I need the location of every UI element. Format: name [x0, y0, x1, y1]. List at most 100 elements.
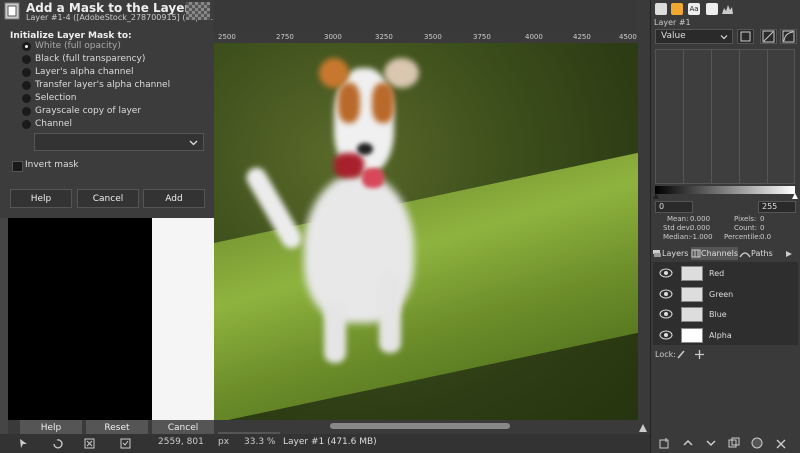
range-low-handle-icon[interactable] — [653, 193, 659, 199]
dog-leg — [324, 303, 346, 363]
tab-menu-icon[interactable] — [784, 249, 794, 259]
chevron-down-icon — [189, 140, 198, 146]
pixels-label: Pixels: — [734, 215, 757, 223]
invert-mask-checkbox[interactable] — [12, 161, 23, 172]
pointer-icon[interactable] — [18, 438, 29, 449]
ruler-tick: 2500 — [218, 33, 236, 41]
channel-to-selection-icon[interactable] — [751, 437, 763, 449]
radio-button[interactable] — [22, 41, 31, 51]
channel-thumbnail — [681, 327, 703, 343]
zoom-selector[interactable]: 33.3 % — [244, 437, 275, 447]
dog-nose — [357, 143, 373, 155]
range-high-input[interactable]: 255 — [758, 201, 796, 213]
option-label: Black (full transparency) — [35, 54, 146, 64]
linear-histogram-button[interactable] — [760, 29, 777, 44]
tab-channels[interactable]: Channels — [691, 247, 738, 260]
option-label: Selection — [35, 93, 77, 103]
eye-icon[interactable] — [659, 309, 673, 319]
dog-ear — [384, 58, 419, 88]
image-canvas[interactable] — [214, 43, 638, 420]
lock-pixels-icon[interactable] — [676, 349, 686, 359]
channel-row-blue[interactable]: Blue — [653, 304, 798, 324]
dog-patch — [372, 83, 394, 123]
channel-row-alpha[interactable]: Alpha — [653, 325, 798, 345]
dog-collar — [334, 153, 364, 178]
close-icon[interactable] — [84, 438, 95, 449]
tab-paths[interactable]: Paths — [739, 247, 777, 260]
option-label: White (full opacity) — [35, 41, 121, 51]
tab-layers[interactable]: Layers — [652, 247, 690, 260]
brush-tab-icon[interactable] — [671, 3, 683, 15]
chevron-down-icon — [720, 35, 728, 40]
reset-icon[interactable] — [120, 438, 131, 449]
mean-value: 0.000 — [690, 215, 711, 223]
option-grayscale[interactable]: Grayscale copy of layer — [22, 105, 141, 117]
unit-selector[interactable]: px — [218, 437, 229, 447]
tab-label: Channels — [700, 249, 738, 258]
tab-label: Paths — [751, 249, 773, 258]
option-transfer-alpha[interactable]: Transfer layer's alpha channel — [22, 79, 170, 91]
median-value: -1.000 — [690, 233, 713, 241]
option-white[interactable]: White (full opacity) — [22, 40, 121, 52]
channel-row-red[interactable]: Red — [653, 263, 798, 283]
ruler-tick: 4250 — [573, 33, 591, 41]
histogram-graph[interactable] — [655, 49, 795, 184]
median-label: Median: — [663, 233, 691, 241]
histogram-gradient[interactable] — [655, 186, 795, 194]
channel-thumbnail — [681, 265, 703, 281]
font-tab-icon[interactable]: Aa — [688, 3, 700, 15]
pointer-coordinates: 2559, 801 — [158, 437, 204, 447]
eye-icon[interactable] — [659, 330, 673, 340]
histogram-channel-select[interactable]: Value — [655, 29, 733, 44]
histogram-layer-name: Layer #1 — [654, 18, 691, 27]
log-histogram-button[interactable] — [780, 29, 797, 44]
option-layer-alpha[interactable]: Layer's alpha channel — [22, 66, 134, 78]
ruler-tick: 4000 — [525, 33, 543, 41]
layer-mask-icon — [4, 2, 20, 20]
raise-channel-icon[interactable] — [682, 437, 694, 449]
radio-button[interactable] — [22, 93, 31, 103]
channels-icon — [691, 249, 701, 258]
eye-icon[interactable] — [659, 289, 673, 299]
lock-position-icon[interactable] — [694, 349, 705, 360]
histogram-reset-button[interactable] — [737, 29, 754, 44]
option-label: Layer's alpha channel — [35, 67, 134, 77]
linear-icon — [762, 30, 775, 43]
horizontal-scrollbar-thumb[interactable] — [330, 423, 510, 429]
invert-mask-label: Invert mask — [25, 160, 79, 170]
count-value: 0 — [760, 224, 765, 232]
duplicate-channel-icon[interactable] — [728, 437, 740, 449]
help-button[interactable]: Help — [10, 189, 72, 208]
document-tab-icon[interactable] — [706, 3, 718, 15]
lower-channel-icon[interactable] — [705, 437, 717, 449]
option-selection[interactable]: Selection — [22, 92, 76, 104]
radio-button[interactable] — [22, 67, 31, 77]
cancel-button[interactable]: Cancel — [77, 189, 139, 208]
eye-icon[interactable] — [659, 268, 673, 278]
rotate-icon[interactable] — [52, 438, 63, 449]
tool-options-tab-icon[interactable] — [655, 3, 667, 15]
histogram-tab-icon[interactable] — [721, 3, 734, 15]
channel-dropdown[interactable] — [34, 133, 204, 151]
canvas-corner — [638, 33, 648, 43]
radio-button[interactable] — [22, 54, 31, 64]
delete-channel-icon[interactable] — [775, 437, 787, 449]
mean-label: Mean: — [667, 215, 689, 223]
range-high-handle-icon[interactable] — [792, 193, 798, 199]
add-button[interactable]: Add — [143, 189, 205, 208]
channel-row-green[interactable]: Green — [653, 284, 798, 304]
radio-button[interactable] — [22, 119, 31, 129]
radio-button[interactable] — [22, 80, 31, 90]
ruler-tick: 3500 — [424, 33, 442, 41]
range-low-input[interactable]: 0 — [655, 201, 693, 213]
vertical-scrollbar[interactable] — [638, 43, 648, 420]
new-channel-icon[interactable] — [658, 437, 670, 449]
canvas-top-area — [214, 0, 638, 33]
std-dev-value: 0.000 — [690, 224, 711, 232]
option-black[interactable]: Black (full transparency) — [22, 53, 145, 65]
navigate-icon[interactable] — [638, 423, 648, 433]
option-channel[interactable]: Channel — [22, 118, 72, 130]
radio-button[interactable] — [22, 106, 31, 116]
layer-info: Layer #1 (471.6 MB) — [283, 437, 377, 447]
ruler-tick: 3750 — [473, 33, 491, 41]
